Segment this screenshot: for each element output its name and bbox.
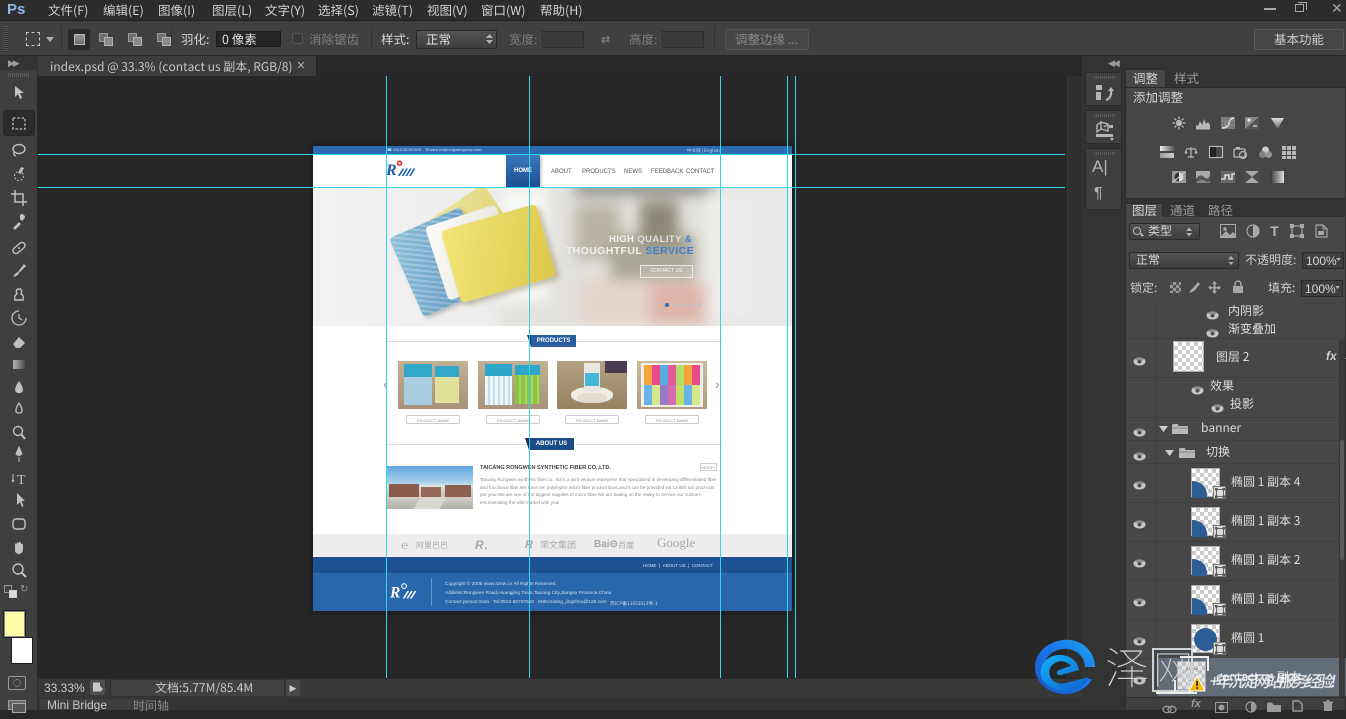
svg-text:T: T [17, 473, 26, 488]
svg-text:R: R [386, 162, 397, 179]
svg-text:R: R [390, 584, 400, 601]
